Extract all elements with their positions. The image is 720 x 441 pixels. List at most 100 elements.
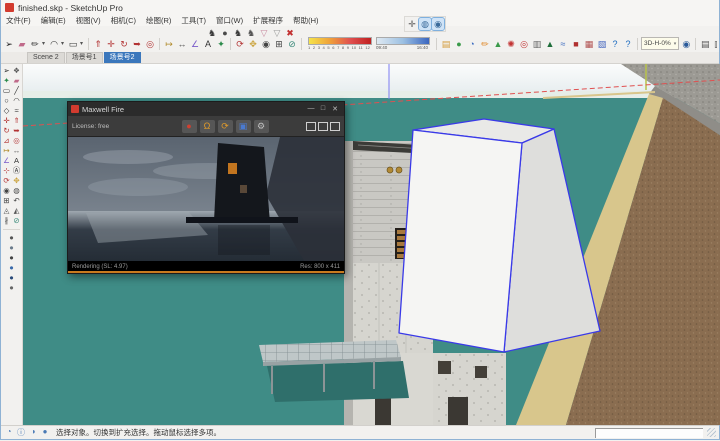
maxwell-options-button[interactable]: ● bbox=[7, 283, 17, 293]
maxwell-render-sphere-button[interactable]: ● bbox=[7, 233, 17, 243]
look-around-tool[interactable]: ◭ bbox=[12, 206, 22, 216]
scene-tab-场景号2[interactable]: 场景号2 bbox=[104, 52, 141, 63]
make-component-tool[interactable]: ❖ bbox=[12, 66, 22, 76]
maxwell-chart-button[interactable]: ▥ bbox=[531, 38, 543, 50]
maxwell-box-button[interactable]: ▦ bbox=[583, 38, 595, 50]
rectangle-tool[interactable]: ▭ bbox=[2, 86, 12, 96]
shadow-time-slider[interactable] bbox=[376, 37, 430, 45]
zoom-tool[interactable]: ◉ bbox=[2, 186, 12, 196]
menu-item[interactable]: 绘图(R) bbox=[141, 15, 176, 26]
line-button[interactable]: ✏ bbox=[29, 38, 41, 50]
follow-me-tool[interactable]: ➥ bbox=[12, 126, 22, 136]
shadow-date-slider[interactable] bbox=[308, 37, 372, 45]
maxwell-dropper-button[interactable]: ✺ bbox=[505, 38, 517, 50]
render-save-button[interactable]: ▣ bbox=[236, 120, 251, 133]
circle-tool[interactable]: ○ bbox=[2, 96, 12, 106]
geolocation-icon[interactable]: ◑ bbox=[28, 427, 38, 438]
push-pull-tool[interactable]: ⇑ bbox=[12, 116, 22, 126]
style-dropdown-arrows-icon[interactable]: ▾ bbox=[674, 41, 677, 47]
pan-button[interactable]: ✥ bbox=[247, 38, 259, 50]
zoom-window-tool[interactable]: ◍ bbox=[12, 186, 22, 196]
maxwell-waves-button[interactable]: ≈ bbox=[557, 38, 569, 50]
maxwell-multilight-button[interactable]: ● bbox=[7, 243, 17, 253]
maxwell-fire-sphere-button[interactable]: ● bbox=[7, 273, 17, 283]
offset-button[interactable]: ◎ bbox=[144, 38, 156, 50]
3d-text-tool[interactable]: Ⓐ bbox=[12, 166, 22, 176]
maxwell-fire-window[interactable]: Maxwell Fire —□✕ License: free ●Ω⟳▣⚙ bbox=[67, 101, 345, 274]
maxwell-render-button[interactable]: ◉ bbox=[432, 18, 444, 30]
arc-button[interactable]: ◠ bbox=[48, 38, 60, 50]
maxwell-materials-button[interactable]: ● bbox=[7, 263, 17, 273]
walk-tool[interactable]: ∦ bbox=[2, 216, 12, 226]
paint-bucket-tool[interactable]: ✦ bbox=[2, 76, 12, 86]
polygon-tool[interactable]: ◇ bbox=[2, 106, 12, 116]
maxwell-maximize-button[interactable]: □ bbox=[317, 105, 329, 113]
help-circle-icon[interactable]: ◔ bbox=[4, 427, 14, 438]
catalog-button[interactable]: ▥ bbox=[712, 38, 717, 50]
follow-me-button[interactable]: ➥ bbox=[131, 38, 143, 50]
maxwell-minimize-button[interactable]: — bbox=[305, 105, 317, 113]
scene-tab-场景号1[interactable]: 场景号1 bbox=[66, 52, 103, 63]
arc-tool[interactable]: ◠ bbox=[12, 96, 22, 106]
menu-item[interactable]: 视图(V) bbox=[71, 15, 106, 26]
maxwell-cone-button[interactable]: ▲ bbox=[492, 38, 504, 50]
move-button[interactable]: ✛ bbox=[105, 38, 117, 50]
menu-item[interactable]: 相机(C) bbox=[106, 15, 141, 26]
move-tool[interactable]: ✛ bbox=[2, 116, 12, 126]
axes-tool[interactable]: ⊹ bbox=[2, 166, 12, 176]
line-tool[interactable]: ╱ bbox=[12, 86, 22, 96]
render-stop-button[interactable]: ● bbox=[182, 120, 197, 133]
maxwell-material-button[interactable]: ■ bbox=[570, 38, 582, 50]
style-sphere-button[interactable]: ◉ bbox=[680, 38, 692, 50]
globe-icon[interactable]: ● bbox=[40, 427, 50, 438]
measurements-box[interactable] bbox=[595, 428, 703, 438]
eraser-tool[interactable]: ▰ bbox=[12, 76, 22, 86]
tape-measure-button[interactable]: ↦ bbox=[163, 38, 175, 50]
shapes-button-dropdown-icon[interactable]: ▾ bbox=[80, 40, 85, 47]
orbit-tool[interactable]: ⟳ bbox=[2, 176, 12, 186]
info-circle-icon[interactable]: ⓘ bbox=[16, 427, 26, 438]
style-dropdown[interactable]: 3D-H-0% ▾ bbox=[641, 37, 679, 50]
maxwell-title-bar[interactable]: Maxwell Fire —□✕ bbox=[68, 102, 344, 116]
tower-door-2[interactable] bbox=[448, 397, 468, 425]
text-button[interactable]: A bbox=[202, 38, 214, 50]
render-lock-button[interactable]: Ω bbox=[200, 120, 215, 133]
zoom-button[interactable]: ◉ bbox=[260, 38, 272, 50]
maxwell-fire-button[interactable]: ◍ bbox=[419, 18, 431, 30]
print-button[interactable]: ▤ bbox=[699, 38, 711, 50]
resize-grip-icon[interactable] bbox=[707, 428, 716, 437]
render-refresh-button[interactable]: ⟳ bbox=[218, 120, 233, 133]
position-camera-tool[interactable]: ◬ bbox=[2, 206, 12, 216]
maxwell-help-1-button[interactable]: ? bbox=[609, 38, 621, 50]
maxwell-target-button[interactable]: ◎ bbox=[518, 38, 530, 50]
menu-item[interactable]: 帮助(H) bbox=[288, 15, 323, 26]
section-plane-button[interactable]: ⊘ bbox=[286, 38, 298, 50]
maxwell-folder-button[interactable]: ▤ bbox=[440, 38, 452, 50]
line-button-dropdown-icon[interactable]: ▾ bbox=[42, 40, 47, 47]
zoom-extents-tool[interactable]: ⊞ bbox=[2, 196, 12, 206]
dimension-tool[interactable]: ↔ bbox=[12, 146, 22, 156]
select-tool[interactable]: ➢ bbox=[2, 66, 12, 76]
rotate-button[interactable]: ↻ bbox=[118, 38, 130, 50]
scene-tab-scene-2[interactable]: Scene 2 bbox=[27, 52, 65, 63]
render-size-large-button[interactable] bbox=[330, 122, 340, 131]
render-size-medium-button[interactable] bbox=[318, 122, 328, 131]
menu-item[interactable]: 文件(F) bbox=[1, 15, 36, 26]
push-pull-button[interactable]: ⇑ bbox=[92, 38, 104, 50]
maxwell-image-button[interactable]: ▧ bbox=[596, 38, 608, 50]
arc-button-dropdown-icon[interactable]: ▾ bbox=[61, 40, 66, 47]
shapes-button[interactable]: ▭ bbox=[67, 38, 79, 50]
maxwell-tree-button[interactable]: ▲ bbox=[544, 38, 556, 50]
menu-item[interactable]: 窗口(W) bbox=[211, 15, 248, 26]
tape-measure-tool[interactable]: ↦ bbox=[2, 146, 12, 156]
maxwell-network-button[interactable]: ● bbox=[7, 253, 17, 263]
section-plane-tool[interactable]: ⊘ bbox=[12, 216, 22, 226]
menu-item[interactable]: 工具(T) bbox=[176, 15, 211, 26]
scale-tool[interactable]: ⊿ bbox=[2, 136, 12, 146]
menu-item[interactable]: 扩展程序 bbox=[248, 15, 288, 26]
eraser-button[interactable]: ▰ bbox=[16, 38, 28, 50]
maxwell-pencil-button[interactable]: ✏ bbox=[479, 38, 491, 50]
orbit-button[interactable]: ⟳ bbox=[234, 38, 246, 50]
freehand-tool[interactable]: ≈ bbox=[12, 106, 22, 116]
maxwell-move-button[interactable]: ✛ bbox=[406, 18, 418, 30]
